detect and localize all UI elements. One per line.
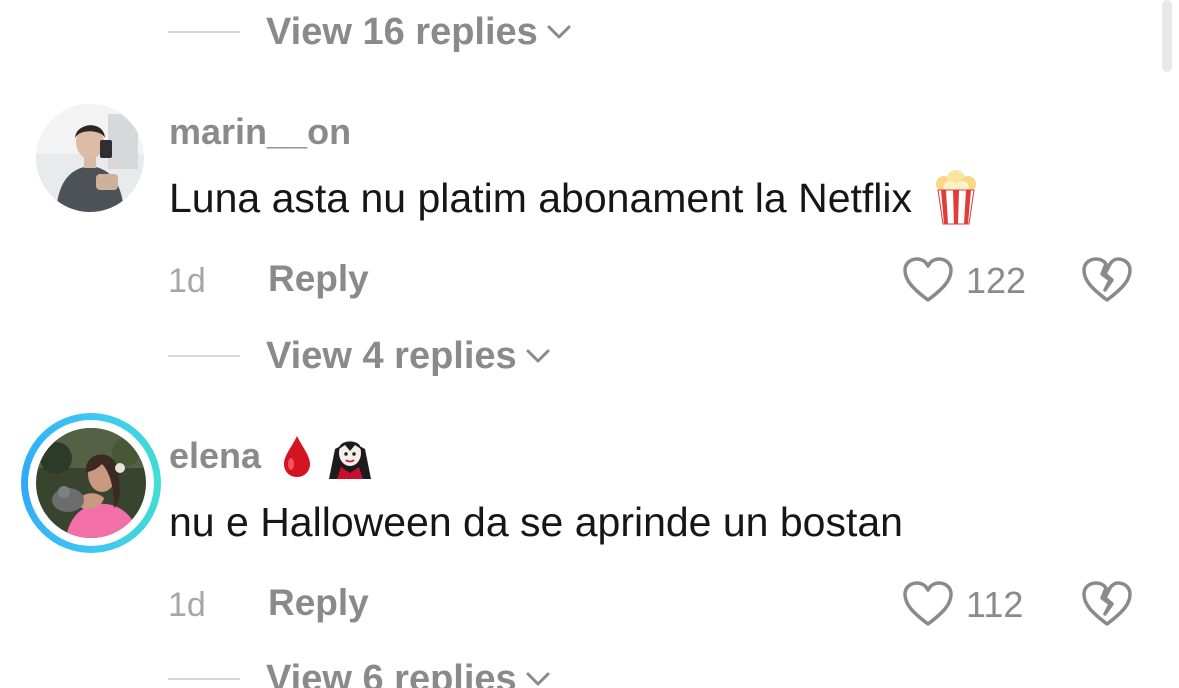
heart-icon[interactable] xyxy=(902,256,954,304)
avatar[interactable] xyxy=(21,413,161,553)
divider-line xyxy=(168,355,240,357)
heart-icon[interactable] xyxy=(902,580,954,628)
view-replies-toggle[interactable]: View 4 replies xyxy=(168,333,551,379)
avatar[interactable] xyxy=(36,104,144,212)
reply-button[interactable]: Reply xyxy=(268,258,369,300)
comment-time: 1d xyxy=(168,262,206,300)
reply-button[interactable]: Reply xyxy=(268,582,369,624)
like-count: 122 xyxy=(966,260,1027,301)
comment-body: nu e Halloween da se aprinde un bostan xyxy=(169,498,903,545)
comment-username[interactable]: elena xyxy=(169,433,373,479)
divider-line xyxy=(168,31,240,33)
chevron-down-icon xyxy=(525,347,551,365)
broken-heart-icon[interactable] xyxy=(1081,256,1133,304)
comment-time: 1d xyxy=(168,586,206,624)
view-replies-toggle[interactable]: View 6 replies xyxy=(168,656,551,688)
view-replies-label: View 6 replies xyxy=(266,657,517,688)
chevron-down-icon xyxy=(525,670,551,688)
popcorn-icon xyxy=(932,170,980,226)
username-text: marin__on xyxy=(169,111,352,152)
comment-body: Luna asta nu platim abonament la Netflix xyxy=(169,174,913,221)
comments-panel: View 16 replies marin__on Luna asta nu p… xyxy=(0,0,1179,688)
view-replies-label: View 16 replies xyxy=(266,10,538,53)
comment-text: Luna asta nu platim abonament la Netflix xyxy=(169,170,980,226)
comment-text: nu e Halloween da se aprinde un bostan xyxy=(169,494,903,550)
comment-username[interactable]: marin__on xyxy=(169,110,351,154)
drop-of-blood-icon xyxy=(281,434,313,478)
view-replies-label: View 4 replies xyxy=(266,334,517,377)
vampire-icon xyxy=(327,433,373,479)
broken-heart-icon[interactable] xyxy=(1081,580,1133,628)
divider-line xyxy=(168,678,240,680)
view-replies-toggle[interactable]: View 16 replies xyxy=(168,9,572,55)
scrollbar[interactable] xyxy=(1162,0,1172,72)
username-text: elena xyxy=(169,435,262,476)
like-count: 112 xyxy=(966,584,1024,625)
chevron-down-icon xyxy=(546,23,572,41)
